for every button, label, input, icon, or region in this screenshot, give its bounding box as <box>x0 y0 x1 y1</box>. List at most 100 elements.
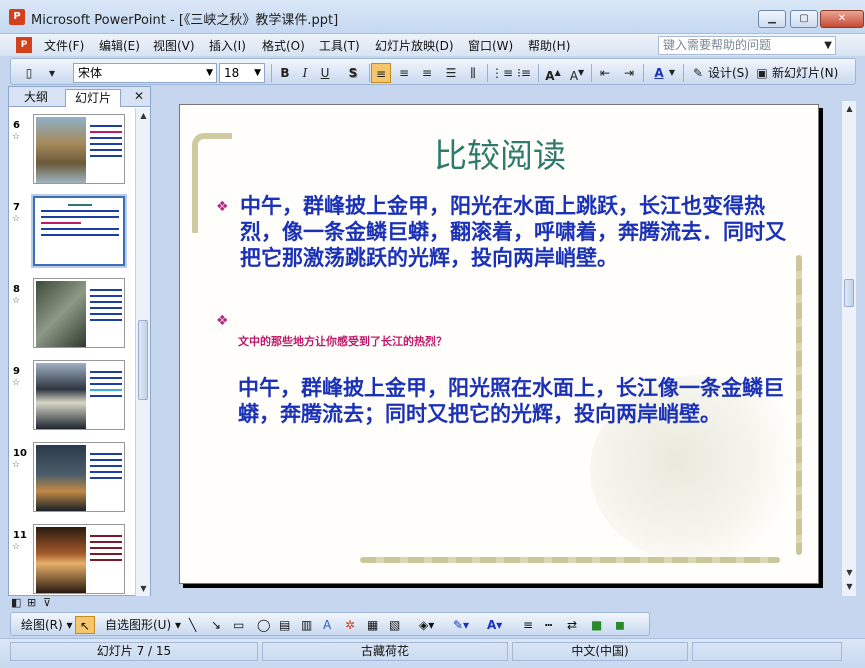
dash-style-icon[interactable]: ┅ <box>545 616 552 634</box>
chevron-down-icon[interactable]: ▼ <box>254 64 261 82</box>
slide-thumbnail[interactable] <box>33 360 125 430</box>
menu-tools[interactable]: 工具(T) <box>319 37 360 54</box>
arrow-icon[interactable]: ↘ <box>211 616 221 634</box>
increase-font-icon[interactable]: A▲ <box>543 63 563 83</box>
new-document-icon[interactable]: ▯ <box>19 63 39 83</box>
bold-button[interactable]: B <box>275 63 295 83</box>
shadow-style-icon[interactable]: ■ <box>591 616 602 634</box>
paragraph-comparison[interactable]: 中午，群峰披上金甲，阳光照在水面上，长江像一条金鳞巨蟒，奔腾流去；同时又把它的光… <box>238 375 790 427</box>
fill-color-icon[interactable]: ◈▾ <box>419 616 434 634</box>
slide-thumbnail[interactable] <box>33 114 125 184</box>
line-style-icon[interactable]: ≡ <box>523 616 533 634</box>
help-search-input[interactable]: 键入需要帮助的问题 ▼ <box>658 36 836 55</box>
vertical-textbox-icon[interactable]: ▥ <box>301 616 312 634</box>
thumbnail-text-lines <box>41 204 119 240</box>
thumbnail-slide-6[interactable]: 6 ☆ <box>9 108 134 190</box>
line-icon[interactable]: ╲ <box>189 616 196 634</box>
thumbnail-image <box>36 445 86 511</box>
picture-icon[interactable]: ▧ <box>389 616 400 634</box>
chevron-down-icon[interactable]: ▼ <box>206 64 213 82</box>
scroll-up-icon[interactable]: ▲ <box>842 101 857 116</box>
new-slide-icon[interactable]: ▣ <box>752 63 772 83</box>
line-color-icon[interactable]: ✎▾ <box>453 616 469 634</box>
design-icon[interactable]: ✎ <box>688 63 708 83</box>
new-slide-button[interactable]: 新幻灯片(N) <box>772 63 838 83</box>
tab-outline[interactable]: 大纲 <box>15 89 57 107</box>
select-pointer-icon[interactable]: ↖ <box>75 616 95 634</box>
thumbnail-slide-10[interactable]: 10 ☆ <box>9 436 134 518</box>
slide-thumbnail[interactable] <box>33 524 125 594</box>
tab-slides[interactable]: 幻灯片 <box>65 89 122 107</box>
slide-thumbnail-selected[interactable] <box>33 196 125 266</box>
underline-button[interactable]: U <box>315 63 335 83</box>
toolbar-options-icon[interactable]: ▾ <box>47 63 57 83</box>
slideshow-view-icon[interactable]: ⊽ <box>43 596 51 609</box>
chevron-down-icon[interactable]: ▼ <box>667 63 677 83</box>
increase-indent-icon[interactable]: ⇥ <box>619 63 639 83</box>
font-name-select[interactable]: 宋体 ▼ <box>73 63 217 83</box>
columns-icon[interactable]: ⫼ <box>463 63 483 83</box>
diagram-icon[interactable]: ✲ <box>345 616 355 634</box>
clipart-icon[interactable]: ▦ <box>367 616 378 634</box>
close-button[interactable]: ✕ <box>820 10 864 28</box>
chevron-down-icon[interactable]: ▼ <box>824 37 832 54</box>
slide-canvas[interactable]: 比较阅读 ❖ 中午，群峰披上金甲，阳光在水面上跳跃，长江也变得热烈，像一条金鳞巨… <box>179 104 819 584</box>
align-right-icon[interactable]: ≡ <box>417 63 437 83</box>
textbox-icon[interactable]: ▤ <box>279 616 290 634</box>
design-button[interactable]: 设计(S) <box>708 63 749 83</box>
menu-help[interactable]: 帮助(H) <box>528 37 570 54</box>
decrease-font-icon[interactable]: A▼ <box>567 63 587 83</box>
align-left-icon[interactable]: ≡ <box>371 63 391 83</box>
status-language: 中文(中国) <box>512 642 688 661</box>
menu-slideshow[interactable]: 幻灯片放映(D) <box>375 37 454 54</box>
menu-edit[interactable]: 编辑(E) <box>99 37 140 54</box>
slide-title[interactable]: 比较阅读 <box>180 129 818 177</box>
normal-view-icon[interactable]: ◧ <box>11 596 21 609</box>
thumbnail-slide-9[interactable]: 9 ☆ <box>9 354 134 436</box>
thumbnail-slide-8[interactable]: 8 ☆ <box>9 272 134 354</box>
draw-menu-button[interactable]: 绘图(R) ▾ <box>21 616 73 634</box>
close-icon[interactable]: ✕ <box>134 89 144 103</box>
font-color-icon[interactable]: A▾ <box>487 616 502 634</box>
scroll-down-icon[interactable]: ▼ <box>136 581 151 596</box>
next-slide-icon[interactable]: ▼ <box>842 579 857 594</box>
scrollbar-thumb[interactable] <box>138 320 148 400</box>
font-color-icon[interactable]: A <box>649 63 669 83</box>
thumbnail-slide-11[interactable]: 11 ☆ <box>9 518 134 596</box>
align-center-icon[interactable]: ≡ <box>394 63 414 83</box>
menu-window[interactable]: 窗口(W) <box>468 37 513 54</box>
slide-thumbnail[interactable] <box>33 442 125 512</box>
font-size-select[interactable]: 18 ▼ <box>219 63 265 83</box>
slide-sorter-icon[interactable]: ⊞ <box>27 596 36 609</box>
minimize-button[interactable]: ▁ <box>758 10 786 28</box>
numbering-icon[interactable]: ⋮≡ <box>491 63 513 83</box>
powerpoint-app-icon[interactable]: P <box>9 9 25 25</box>
bullets-icon[interactable]: ⁝≡ <box>514 63 534 83</box>
paragraph-original[interactable]: 中午，群峰披上金甲，阳光在水面上跳跃，长江也变得热烈，像一条金鳞巨蟒，翻滚着，呼… <box>240 193 792 271</box>
scroll-up-icon[interactable]: ▲ <box>136 108 151 123</box>
menu-insert[interactable]: 插入(I) <box>209 37 246 54</box>
oval-icon[interactable]: ◯ <box>257 616 270 634</box>
slide-thumbnail[interactable] <box>33 278 125 348</box>
italic-button[interactable]: I <box>295 63 315 83</box>
shadow-button[interactable]: S <box>343 63 363 83</box>
maximize-button[interactable]: ▢ <box>790 10 818 28</box>
slide-scrollbar[interactable]: ▲ ▼ ▼ <box>841 101 856 596</box>
menu-file[interactable]: 文件(F) <box>44 37 84 54</box>
menu-format[interactable]: 格式(O) <box>262 37 305 54</box>
document-icon[interactable]: P <box>16 37 32 53</box>
rectangle-icon[interactable]: ▭ <box>233 616 244 634</box>
question-text[interactable]: 文中的那些地方让你感受到了长江的热烈？ <box>238 333 447 349</box>
arrow-style-icon[interactable]: ⇄ <box>567 616 577 634</box>
distribute-icon[interactable]: ☰ <box>441 63 461 83</box>
slide-number: 10 <box>13 448 27 459</box>
3d-style-icon[interactable]: ◼ <box>615 616 625 634</box>
wordart-icon[interactable]: A <box>323 616 331 634</box>
thumbnail-scrollbar[interactable]: ▲ ▼ <box>135 108 150 596</box>
scrollbar-thumb[interactable] <box>844 279 854 307</box>
scroll-down-icon[interactable]: ▼ <box>842 565 857 580</box>
decrease-indent-icon[interactable]: ⇤ <box>595 63 615 83</box>
thumbnail-slide-7[interactable]: 7 ☆ <box>9 190 134 272</box>
menu-view[interactable]: 视图(V) <box>153 37 195 54</box>
autoshapes-button[interactable]: 自选图形(U) ▾ <box>105 616 181 634</box>
